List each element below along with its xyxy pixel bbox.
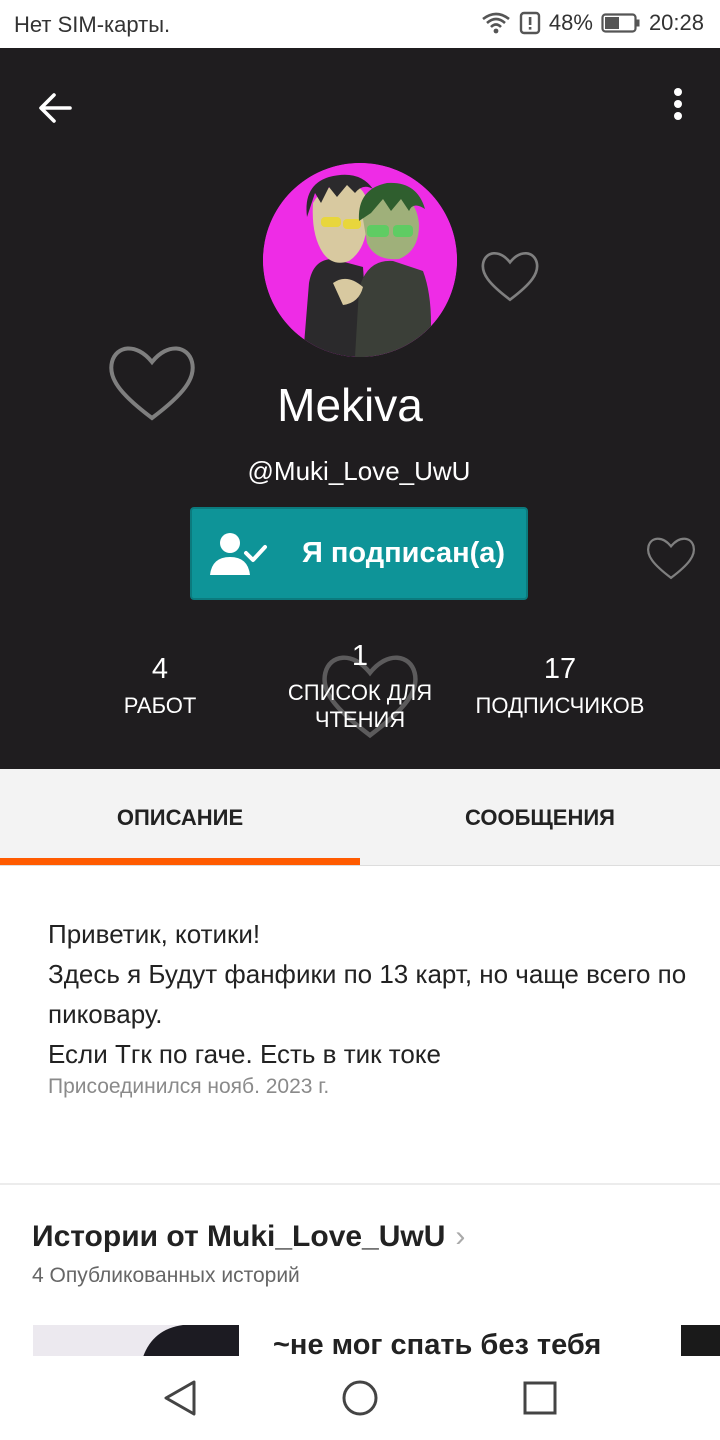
stat-reading-lists-number: 1 [351, 640, 369, 672]
stories-count: 4 Опубликованных историй [32, 1264, 300, 1287]
nav-recents-button[interactable] [516, 1374, 564, 1422]
heart-decoration-icon [481, 252, 539, 302]
stat-works-label: РАБОТ [123, 693, 197, 718]
user-check-icon [210, 533, 267, 575]
story-cover-next[interactable] [681, 1325, 720, 1357]
tab-description[interactable]: ОПИСАНИЕ [0, 769, 360, 865]
more-vertical-icon [674, 88, 682, 120]
stat-works-number: 4 [151, 653, 169, 685]
profile-tabs: ОПИСАНИЕ СООБЩЕНИЯ [0, 769, 720, 866]
stat-followers[interactable]: 17 ПОДПИСЧИКОВ [460, 653, 660, 719]
battery-percent: 48% [548, 10, 593, 35]
story-cover-image [33, 1325, 239, 1357]
story-title[interactable]: ~не мог спать без тебя [273, 1329, 601, 1357]
description-line: Здесь я Будут фанфики по 13 карт, но чащ… [48, 959, 687, 1029]
status-icons: 48% 20:28 [481, 10, 704, 36]
stories-section-title: Истории от Muki_Love_UwU [32, 1220, 446, 1253]
avatar[interactable] [263, 163, 457, 357]
alert-icon [519, 11, 541, 35]
stat-reading-lists-label: СПИСОК ДЛЯ ЧТЕНИЯ [287, 680, 433, 732]
wifi-icon [482, 12, 510, 34]
more-menu-button[interactable] [666, 84, 690, 132]
triangle-back-icon [164, 1380, 196, 1416]
tab-messages[interactable]: СООБЩЕНИЯ [360, 769, 720, 865]
stat-followers-label: ПОДПИСЧИКОВ [475, 693, 645, 718]
nav-home-button[interactable] [336, 1374, 384, 1422]
chevron-right-icon: › [455, 1220, 466, 1253]
section-divider [0, 1183, 720, 1185]
clock: 20:28 [648, 10, 704, 35]
stat-reading-lists[interactable]: 1 СПИСОК ДЛЯ ЧТЕНИЯ [270, 640, 450, 733]
tab-description-label: ОПИСАНИЕ [116, 805, 244, 830]
status-bar: Нет SIM-карты. 48% 20:28 [0, 0, 720, 48]
square-recents-icon [523, 1381, 557, 1415]
avatar-artwork [263, 163, 457, 357]
tab-messages-label: СООБЩЕНИЯ [465, 805, 615, 830]
profile-description: Приветик, котики! Здесь я Будут фанфики … [48, 914, 688, 1074]
system-nav-bar [0, 1356, 720, 1440]
nav-back-button[interactable] [156, 1374, 204, 1422]
profile-username: @Muki_Love_UwU [247, 456, 471, 486]
circle-home-icon [342, 1380, 378, 1416]
story-cover[interactable] [33, 1325, 239, 1357]
stories-section-header[interactable]: Истории от Muki_Love_UwU › [32, 1220, 465, 1254]
description-line: Если Тгк по гаче. Есть в тик токе [48, 1039, 441, 1069]
stat-followers-number: 17 [543, 653, 577, 685]
following-button[interactable]: Я подписан(а) [190, 507, 528, 600]
joined-date: Присоединился нояб. 2023 г. [48, 1075, 330, 1098]
arrow-left-icon [39, 93, 72, 123]
following-button-label: Я подписан(а) [302, 537, 506, 569]
profile-display-name: Mekiva [277, 379, 423, 431]
back-button[interactable] [32, 84, 80, 132]
carrier-text: Нет SIM-карты. [14, 12, 171, 37]
description-line: Приветик, котики! [48, 919, 261, 949]
profile-header: Mekiva @Muki_Love_UwU Я подписан(а) 4 РА… [0, 48, 720, 769]
stat-works[interactable]: 4 РАБОТ [80, 653, 240, 719]
heart-decoration-icon [646, 537, 696, 580]
battery-icon [601, 13, 640, 33]
